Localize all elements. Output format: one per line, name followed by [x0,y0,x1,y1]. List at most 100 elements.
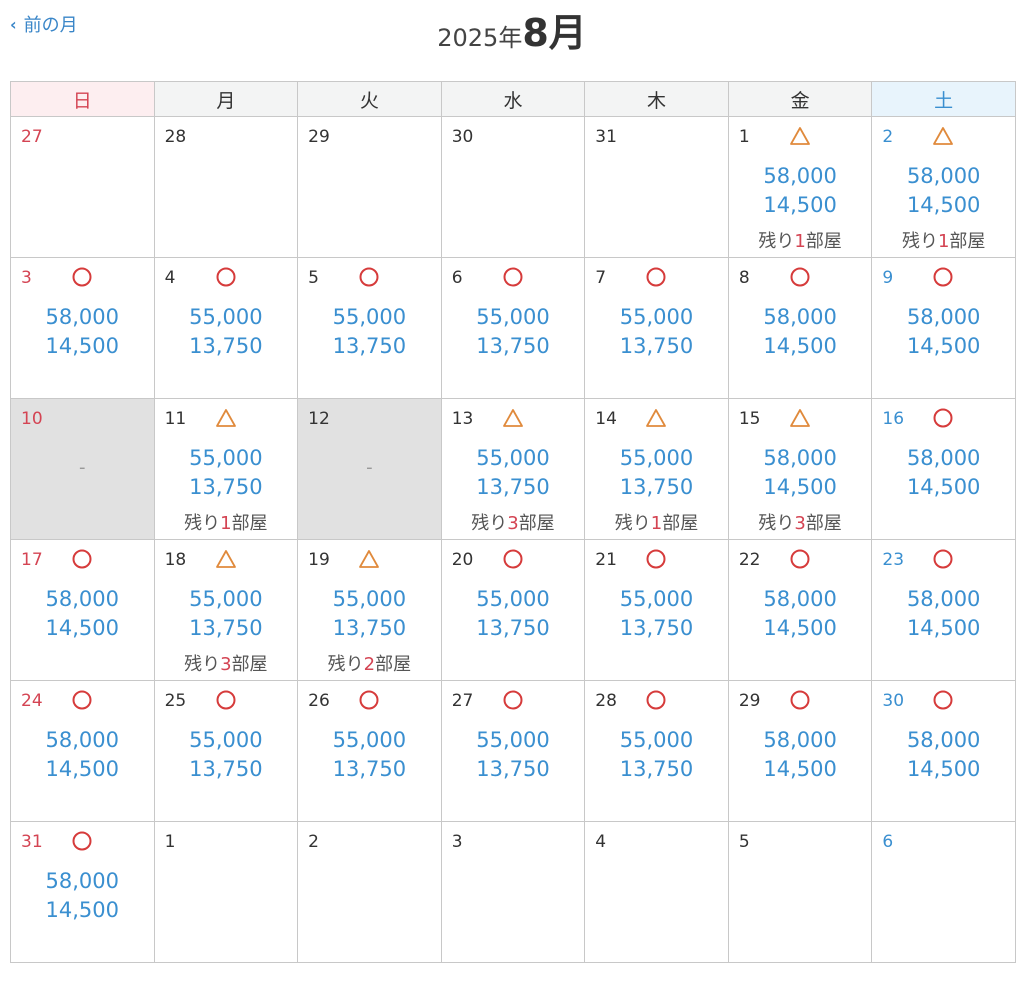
availability-circle-icon [646,267,666,287]
price-block: 58,000 14,500 [11,303,154,361]
day-cell[interactable]: 5 55,000 13,750 [297,257,442,399]
price-block: 58,000 14,500 [729,303,872,361]
day-cell[interactable]: 29 58,000 14,500 [727,680,873,822]
day-cell[interactable]: 7 55,000 13,750 [584,257,729,399]
day-cell[interactable]: 19 55,000 13,750 残り2部屋 [297,539,442,681]
price-primary: 55,000 [332,728,407,752]
week-row: 31 58,000 14,500 1 2 3 4 5 6 [10,821,1016,963]
weekday-friday: 金 [727,81,873,117]
price-secondary: 13,750 [619,475,694,499]
day-cell[interactable]: 24 58,000 14,500 [10,680,155,822]
price-block: 55,000 13,750 [155,444,298,502]
day-cell: 4 [584,821,729,963]
day-cell[interactable]: 3 58,000 14,500 [10,257,155,399]
day-cell: 3 [440,821,586,963]
day-cell[interactable]: 25 55,000 13,750 [153,680,299,822]
day-cell[interactable]: 26 55,000 13,750 [297,680,442,822]
price-primary: 58,000 [906,446,981,470]
availability-circle-icon [359,267,379,287]
price-block: 58,000 14,500 [872,303,1015,361]
day-cell[interactable]: 11 55,000 13,750 残り1部屋 [153,398,299,540]
year-label: 2025年 [437,24,523,52]
day-cell: 27 [10,116,155,258]
price-primary: 55,000 [619,446,694,470]
price-block: 55,000 13,750 [298,585,441,643]
day-cell: 10 - [10,398,155,540]
availability-triangle-icon [359,550,380,568]
price-secondary: 14,500 [45,898,120,922]
day-cell: 6 [871,821,1016,963]
weekday-wednesday: 水 [440,81,586,117]
day-cell: 29 [297,116,442,258]
availability-circle-icon [503,267,523,287]
weekday-header-row: 日 月 火 水 木 金 土 [10,81,1016,117]
day-number: 3 [21,268,32,288]
day-cell[interactable]: 4 55,000 13,750 [153,257,299,399]
day-cell[interactable]: 27 55,000 13,750 [440,680,586,822]
rooms-remaining-prefix: 残り [471,513,508,534]
day-cell[interactable]: 16 58,000 14,500 [871,398,1016,540]
price-block: 55,000 13,750 [585,585,728,643]
availability-triangle-icon [215,409,236,427]
price-block: 58,000 14,500 [872,444,1015,502]
day-cell[interactable]: 18 55,000 13,750 残り3部屋 [153,539,299,681]
day-cell[interactable]: 23 58,000 14,500 [871,539,1016,681]
price-secondary: 13,750 [619,616,694,640]
availability-circle-icon [933,549,953,569]
day-number: 17 [21,550,43,570]
availability-circle-icon [503,549,523,569]
rooms-remaining-count: 3 [794,513,806,534]
day-cell[interactable]: 9 58,000 14,500 [871,257,1016,399]
price-primary: 58,000 [45,869,120,893]
rooms-remaining-count: 1 [937,231,950,252]
availability-circle-icon [933,408,953,428]
rooms-remaining-prefix: 残り [758,231,795,252]
day-cell[interactable]: 28 55,000 13,750 [584,680,729,822]
rooms-remaining-prefix: 残り [614,513,651,534]
day-number: 26 [308,691,330,711]
day-cell[interactable]: 6 55,000 13,750 [440,257,586,399]
price-primary: 55,000 [332,305,407,329]
day-number: 13 [451,409,474,429]
day-cell[interactable]: 2 58,000 14,500 残り1部屋 [871,116,1016,258]
price-secondary: 14,500 [906,334,981,358]
availability-triangle-icon [215,550,236,568]
price-secondary: 13,750 [332,334,407,358]
day-cell[interactable]: 31 58,000 14,500 [10,821,155,963]
price-secondary: 13,750 [189,334,263,358]
price-block: 58,000 14,500 [729,585,872,643]
price-primary: 55,000 [476,446,550,470]
week-row: 17 58,000 14,500 18 55,000 13,750 残り3部屋 19 55,00… [10,539,1016,681]
day-cell[interactable]: 14 55,000 13,750 残り1部屋 [584,398,729,540]
day-cell[interactable]: 15 58,000 14,500 残り3部屋 [727,398,873,540]
day-number: 8 [738,268,750,288]
day-cell[interactable]: 20 55,000 13,750 [440,539,586,681]
unavailable-dash: - [366,457,373,478]
day-cell[interactable]: 21 55,000 13,750 [584,539,729,681]
rooms-remaining: 残り1部屋 [155,509,298,535]
day-cell[interactable]: 13 55,000 13,750 残り3部屋 [440,398,586,540]
day-cell[interactable]: 30 58,000 14,500 [871,680,1016,822]
price-secondary: 14,500 [763,334,837,358]
price-primary: 55,000 [476,587,550,611]
rooms-remaining-count: 1 [794,231,806,252]
price-secondary: 13,750 [189,757,263,781]
day-cell[interactable]: 8 58,000 14,500 [727,257,873,399]
day-number: 15 [738,409,761,429]
day-cell[interactable]: 1 58,000 14,500 残り1部屋 [727,116,873,258]
day-number: 4 [595,832,607,852]
availability-circle-icon [933,690,953,710]
day-cell[interactable]: 22 58,000 14,500 [727,539,873,681]
price-block: 55,000 13,750 [585,444,728,502]
week-row: 27 28 29 30 31 1 58,000 14,500 残り1部屋 2 58,000 14,50… [10,116,1016,258]
weekday-saturday: 土 [871,81,1016,117]
price-secondary: 14,500 [906,616,981,640]
rooms-remaining: 残り3部屋 [442,509,585,535]
price-block: 58,000 14,500 [729,162,872,220]
price-block: 55,000 13,750 [585,726,728,784]
day-number: 12 [308,409,330,429]
day-cell: 31 [584,116,729,258]
price-secondary: 14,500 [906,193,981,217]
price-secondary: 14,500 [763,757,837,781]
day-cell[interactable]: 17 58,000 14,500 [10,539,155,681]
